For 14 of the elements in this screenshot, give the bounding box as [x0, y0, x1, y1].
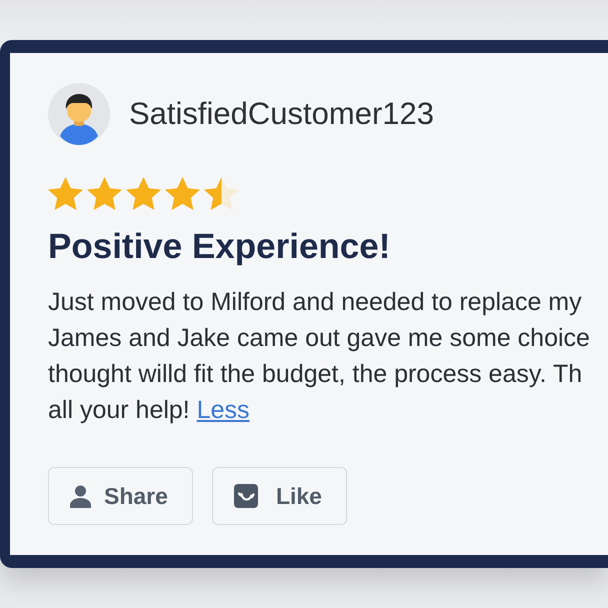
star-icon	[87, 176, 122, 210]
person-icon	[70, 484, 91, 508]
review-text: Just moved to Milford and needed to replace my James and Jake came out gave me some choice thought willd fit the budget, the process easy. Th all your help! Less	[48, 287, 590, 426]
less-link[interactable]: Less	[196, 396, 250, 424]
review-title: Positive Experience!	[48, 227, 390, 267]
avatar-icon	[48, 83, 110, 145]
like-button[interactable]: Like	[212, 467, 347, 525]
reviewer-name: SatisfiedCustomer123	[129, 96, 434, 132]
star-icon	[165, 176, 200, 210]
smile-icon	[234, 484, 258, 508]
share-button[interactable]: Share	[48, 467, 193, 525]
star-icon	[48, 176, 83, 210]
star-icon	[204, 176, 239, 210]
star-icon	[126, 176, 161, 210]
